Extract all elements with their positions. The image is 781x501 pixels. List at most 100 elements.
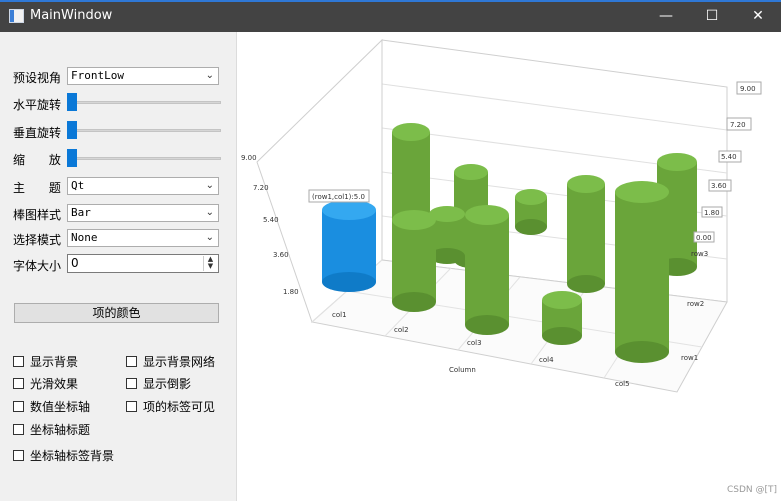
theme-combo[interactable]: Qt ⌄ xyxy=(67,177,219,195)
bar-base xyxy=(322,272,376,292)
bar xyxy=(465,205,509,335)
bar xyxy=(392,210,436,312)
font-size-label: 字体大小 xyxy=(13,259,62,273)
font-size-value: 0 xyxy=(71,256,79,270)
app-icon xyxy=(9,9,24,23)
checkbox-box[interactable] xyxy=(126,355,137,367)
bar-base xyxy=(542,327,582,345)
axis-label-bg-checkbox[interactable]: 坐标轴标签背景 xyxy=(13,447,114,463)
value-tick: 7.20 xyxy=(253,184,269,192)
bar xyxy=(567,175,605,293)
control-panel: 预设视角 FrontLow ⌄ 水平旋转 垂直旋转 缩 放 主 题 Qt ⌄ 棒… xyxy=(0,32,237,501)
chevron-down-icon: ⌄ xyxy=(205,207,214,218)
row-label: row1 xyxy=(681,354,698,362)
bar-top xyxy=(542,291,582,309)
spin-arrows-icon[interactable]: ▲ ▼ xyxy=(203,256,217,271)
bars3d-view[interactable]: (row1,col1):5.0 9.00 7.20 5.40 3.60 1.80… xyxy=(237,32,781,501)
bar-top xyxy=(515,189,547,205)
value-tick: 3.60 xyxy=(273,251,289,259)
bar-selected[interactable] xyxy=(322,200,376,292)
checkbox-label: 项的标签可见 xyxy=(143,399,216,414)
value-tick: 9.00 xyxy=(740,85,756,93)
value-axis-checkbox[interactable]: 数值坐标轴 xyxy=(13,398,90,414)
bar-body xyxy=(322,210,376,282)
show-reflection-checkbox[interactable]: 显示倒影 xyxy=(126,375,191,391)
hrot-slider[interactable] xyxy=(67,93,221,111)
select-mode-label: 选择模式 xyxy=(13,233,62,247)
value-tick: 1.80 xyxy=(704,209,720,217)
zoom-slider[interactable] xyxy=(67,149,221,167)
bar-base xyxy=(615,341,669,363)
checkbox-label: 显示背景网络 xyxy=(143,354,216,369)
checkbox-box[interactable] xyxy=(13,377,24,389)
col-label: col4 xyxy=(539,356,554,364)
checkbox-label: 显示背景 xyxy=(30,354,79,369)
show-bg-grid-checkbox[interactable]: 显示背景网络 xyxy=(126,353,215,369)
bar-top xyxy=(567,175,605,193)
close-button[interactable]: ✕ xyxy=(735,0,781,32)
hrot-label: 水平旋转 xyxy=(13,98,62,112)
checkbox-box[interactable] xyxy=(13,423,24,435)
checkbox-label: 数值坐标轴 xyxy=(30,399,91,414)
bar xyxy=(515,189,547,235)
slider-track xyxy=(67,157,221,160)
chevron-down-icon: ⌄ xyxy=(205,180,214,191)
value-tick: 3.60 xyxy=(711,182,727,190)
bar xyxy=(542,291,582,345)
slider-track xyxy=(67,101,221,104)
vrot-slider[interactable] xyxy=(67,121,221,139)
bar-base xyxy=(465,315,509,335)
select-mode-value: None xyxy=(71,231,98,244)
select-mode-combo[interactable]: None ⌄ xyxy=(67,229,219,247)
minimize-button[interactable]: — xyxy=(643,0,689,32)
chevron-down-icon: ⌄ xyxy=(205,232,214,243)
checkbox-box[interactable] xyxy=(126,377,137,389)
col-label: col5 xyxy=(615,380,630,388)
col-label: col3 xyxy=(467,339,482,347)
slider-handle[interactable] xyxy=(67,93,77,111)
theme-value: Qt xyxy=(71,179,85,192)
bar-body xyxy=(567,184,605,284)
maximize-button[interactable]: ☐ xyxy=(689,0,735,32)
checkbox-box[interactable] xyxy=(126,400,137,412)
checkbox-label: 显示倒影 xyxy=(143,376,192,391)
bars3d-graph: (row1,col1):5.0 9.00 7.20 5.40 3.60 1.80… xyxy=(241,38,762,393)
checkbox-box[interactable] xyxy=(13,400,24,412)
title-bar: MainWindow — ☐ ✕ xyxy=(0,0,781,32)
bar-base xyxy=(392,292,436,312)
item-color-button[interactable]: 项的颜色 xyxy=(14,303,219,323)
value-tick: 5.40 xyxy=(721,153,737,161)
col-label: col2 xyxy=(394,326,409,334)
bar-top xyxy=(392,210,436,230)
smooth-checkbox[interactable]: 光滑效果 xyxy=(13,375,78,391)
bar-base xyxy=(567,275,605,293)
column-axis-title: Column xyxy=(449,366,476,374)
row-label: row2 xyxy=(687,300,704,308)
zoom-label: 缩 放 xyxy=(13,153,71,167)
preset-combo[interactable]: FrontLow ⌄ xyxy=(67,67,219,85)
checkbox-box[interactable] xyxy=(13,449,24,461)
slider-handle[interactable] xyxy=(67,149,77,167)
axis-titles-checkbox[interactable]: 坐标轴标题 xyxy=(13,421,90,437)
bar-top xyxy=(392,123,430,141)
checkbox-box[interactable] xyxy=(13,355,24,367)
checkbox-label: 坐标轴标签背景 xyxy=(30,448,115,463)
value-tick: 0.00 xyxy=(696,234,712,242)
value-tick: 9.00 xyxy=(241,154,257,162)
col-label: col1 xyxy=(332,311,347,319)
selection-label: (row1,col1):5.0 xyxy=(312,193,365,201)
show-background-checkbox[interactable]: 显示背景 xyxy=(13,353,78,369)
row-label: row3 xyxy=(691,250,708,258)
item-labels-checkbox[interactable]: 项的标签可见 xyxy=(126,398,215,414)
watermark: CSDN @[T] xyxy=(726,485,777,495)
slider-handle[interactable] xyxy=(67,121,77,139)
theme-label: 主 题 xyxy=(13,181,71,195)
bar-top xyxy=(615,181,669,203)
bar-style-value: Bar xyxy=(71,206,91,219)
bar-top xyxy=(454,164,488,180)
bar-style-combo[interactable]: Bar ⌄ xyxy=(67,204,219,222)
font-size-spinbox[interactable]: 0 ▲ ▼ xyxy=(67,254,219,273)
bar-base xyxy=(515,219,547,235)
chevron-down-icon: ⌄ xyxy=(205,70,214,81)
bar-style-label: 棒图样式 xyxy=(13,208,62,222)
